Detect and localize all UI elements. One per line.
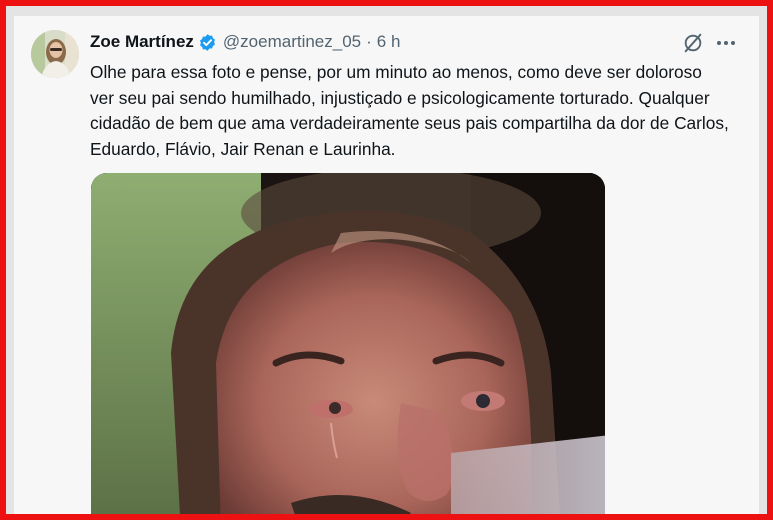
author-name[interactable]: Zoe Martínez <box>90 31 194 53</box>
more-options-icon[interactable] <box>714 32 738 54</box>
tweet-photo[interactable] <box>91 173 605 514</box>
photo-crying-man <box>91 173 605 514</box>
tweet-card[interactable]: Zoe Martínez @zoemartinez_05 · 6 h Olhe … <box>14 16 759 514</box>
tweet-header: Zoe Martínez @zoemartinez_05 · 6 h <box>90 31 400 53</box>
timestamp[interactable]: 6 h <box>377 31 401 53</box>
avatar[interactable] <box>31 30 79 78</box>
grok-icon[interactable] <box>682 32 704 54</box>
verified-badge-icon <box>198 33 217 52</box>
separator-dot: · <box>366 32 372 51</box>
avatar-image <box>31 30 79 78</box>
author-handle[interactable]: @zoemartinez_05 <box>223 31 361 53</box>
tweet-text: Olhe para essa foto e pense, por um minu… <box>90 62 729 159</box>
